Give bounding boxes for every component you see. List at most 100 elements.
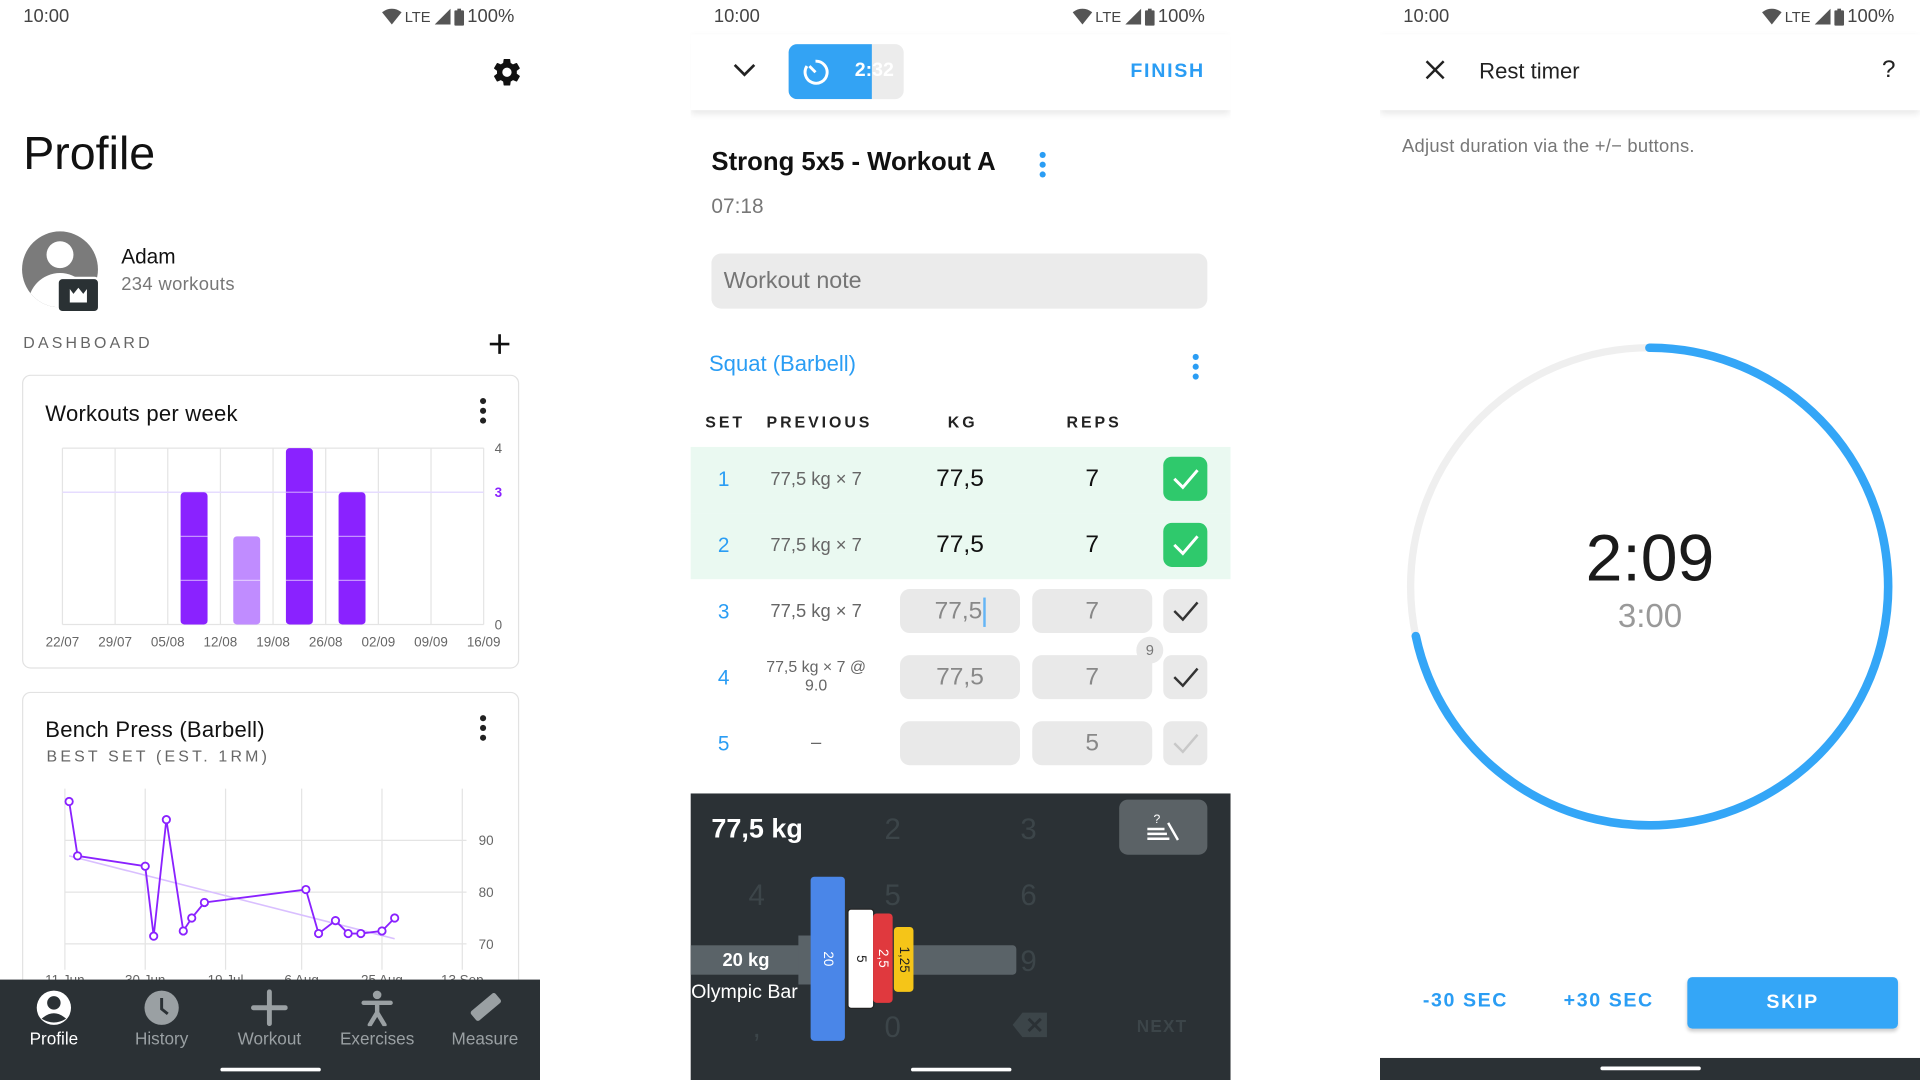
data-point — [64, 796, 74, 807]
set-row: 3 77,5 kg × 7 77,5 7 — [691, 579, 1231, 645]
gear-icon[interactable] — [491, 56, 523, 88]
exercise-menu-kebab-icon[interactable] — [1192, 353, 1200, 380]
reps-input[interactable]: 7 — [1032, 588, 1153, 634]
previous-value[interactable]: 77,5 kg × 7 — [758, 601, 874, 622]
kebab-icon[interactable] — [480, 715, 487, 741]
kg-input[interactable]: 77,5 — [900, 523, 1020, 567]
y-tick-label: 70 — [479, 937, 494, 952]
previous-value[interactable]: – — [758, 732, 874, 753]
set-number[interactable]: 5 — [715, 732, 732, 756]
bar-name-label: Olympic Bar — [691, 982, 798, 1003]
set-row: 4 77,5 kg × 7 @ 9.0 77,5 7 9 — [691, 636, 1231, 711]
set-row: 1 77,5 kg × 7 77,5 7 — [690, 446, 1231, 514]
close-icon[interactable] — [1424, 59, 1446, 81]
backspace-icon[interactable] — [1011, 1011, 1048, 1038]
kg-input-focused[interactable]: 77,5 — [900, 588, 1021, 634]
previous-value[interactable]: 77,5 kg × 7 — [758, 535, 874, 556]
clock-icon — [144, 990, 179, 1025]
reps-input[interactable]: 5 — [1032, 721, 1153, 766]
bench-press-card[interactable]: Bench Press (Barbell) BEST SET (EST. 1RM… — [22, 691, 520, 1013]
key-5[interactable]: 5 — [868, 879, 917, 913]
profile-screen: 10:00 LTE 100% Profile Adam 234 workouts… — [0, 0, 541, 1080]
workout-note-input[interactable] — [711, 253, 1208, 309]
kg-input[interactable] — [900, 721, 1021, 766]
plus-30-sec-button[interactable]: +30 SEC — [1564, 991, 1654, 1013]
set-number[interactable]: 2 — [715, 534, 732, 558]
bar — [180, 492, 208, 625]
set-complete-checkbox[interactable] — [1163, 588, 1208, 634]
reps-input[interactable]: 7 — [1032, 523, 1152, 567]
workout-top-bar: 2:32 FINISH — [690, 34, 1231, 111]
page-title: Rest timer — [1479, 58, 1580, 84]
kebab-icon[interactable] — [480, 397, 487, 424]
home-indicator[interactable] — [220, 1067, 321, 1072]
workout-screen: 10:00 LTE 100% 2:32 FINISH Strong 5x5 - … — [690, 0, 1231, 1080]
plate-20[interactable]: 20 — [810, 876, 845, 1041]
y-tick-label: 3 — [495, 485, 502, 500]
data-point — [301, 884, 311, 895]
key-2[interactable]: 2 — [868, 813, 917, 847]
column-header-set: SET — [705, 412, 746, 432]
workouts-per-week-card[interactable]: Workouts per week 22/07 29/07 05/08 12/08 19… — [22, 374, 520, 669]
x-tick-label: 26/08 — [309, 635, 343, 650]
nav-history[interactable]: History — [108, 989, 216, 1048]
bar — [338, 492, 366, 625]
x-tick-label: 29/07 — [98, 635, 132, 650]
key-4[interactable]: 4 — [732, 879, 781, 913]
kg-input[interactable]: 77,5 — [900, 457, 1020, 501]
previous-value[interactable]: 77,5 kg × 7 — [758, 469, 874, 490]
key-6[interactable]: 6 — [1004, 879, 1053, 913]
keypad-current-value: 77,5 kg — [711, 813, 803, 844]
svg-text:?: ? — [1153, 812, 1160, 826]
finish-button[interactable]: FINISH — [1130, 61, 1205, 83]
set-complete-checkbox[interactable] — [1163, 655, 1208, 700]
data-point — [140, 861, 150, 871]
add-widget-button[interactable] — [487, 331, 511, 360]
set-complete-checkbox[interactable] — [1163, 522, 1208, 567]
key-decimal[interactable]: , — [732, 1011, 781, 1045]
data-point — [149, 931, 159, 941]
set-complete-checkbox[interactable] — [1163, 456, 1208, 501]
set-number[interactable]: 1 — [715, 468, 732, 492]
card-title: Bench Press (Barbell) — [45, 717, 265, 743]
set-complete-checkbox[interactable] — [1163, 721, 1208, 766]
screenshot-collage: 10:00 LTE 100% Profile Adam 234 workouts… — [0, 0, 1920, 1080]
set-number[interactable]: 4 — [715, 666, 732, 690]
nav-profile[interactable]: Profile — [0, 989, 108, 1048]
status-bar: 10:00 LTE 100% — [691, 0, 1231, 34]
exercise-name[interactable]: Squat (Barbell) — [709, 351, 856, 377]
plus-icon — [489, 334, 510, 354]
reps-input[interactable]: 7 — [1032, 457, 1152, 501]
bar-weight-label: 20 kg — [722, 950, 770, 972]
chevron-down-icon[interactable] — [732, 61, 756, 78]
previous-value[interactable]: 77,5 kg × 7 @ 9.0 — [758, 658, 874, 695]
help-icon[interactable]: ? — [1882, 56, 1896, 84]
home-indicator[interactable] — [911, 1067, 1012, 1072]
nav-workout[interactable]: Workout — [216, 989, 324, 1048]
kg-input[interactable]: 77,5 — [900, 655, 1021, 700]
skip-button[interactable]: SKIP — [1687, 977, 1898, 1029]
key-0[interactable]: 0 — [868, 1011, 917, 1045]
set-number[interactable]: 3 — [715, 600, 732, 624]
plate-1-25[interactable]: 1,25 — [893, 926, 914, 992]
signal-icon — [1124, 8, 1141, 25]
plate-2-5[interactable]: 2,5 — [873, 913, 893, 1003]
workout-menu-kebab-icon[interactable] — [1039, 151, 1047, 178]
home-indicator[interactable] — [1600, 1066, 1701, 1071]
rpe-badge[interactable]: 9 — [1136, 636, 1164, 664]
check-icon — [1173, 469, 1199, 490]
next-button[interactable]: NEXT — [1131, 1016, 1192, 1036]
data-point — [330, 916, 341, 926]
minus-30-sec-button[interactable]: -30 SEC — [1423, 991, 1508, 1013]
x-tick-label: 22/07 — [46, 635, 80, 650]
key-3[interactable]: 3 — [1004, 813, 1053, 847]
plate-calculator-button[interactable]: ? — [1119, 799, 1208, 855]
nav-exercises[interactable]: Exercises — [323, 989, 431, 1048]
y-tick-label: 90 — [479, 833, 494, 848]
column-header-reps: REPS — [1066, 412, 1122, 432]
text-cursor — [983, 597, 986, 627]
reps-input[interactable]: 7 — [1032, 655, 1153, 700]
nav-measure[interactable]: Measure — [431, 989, 539, 1048]
plate-5[interactable]: 5 — [847, 908, 875, 1009]
rest-timer-button[interactable]: 2:32 — [788, 44, 904, 100]
